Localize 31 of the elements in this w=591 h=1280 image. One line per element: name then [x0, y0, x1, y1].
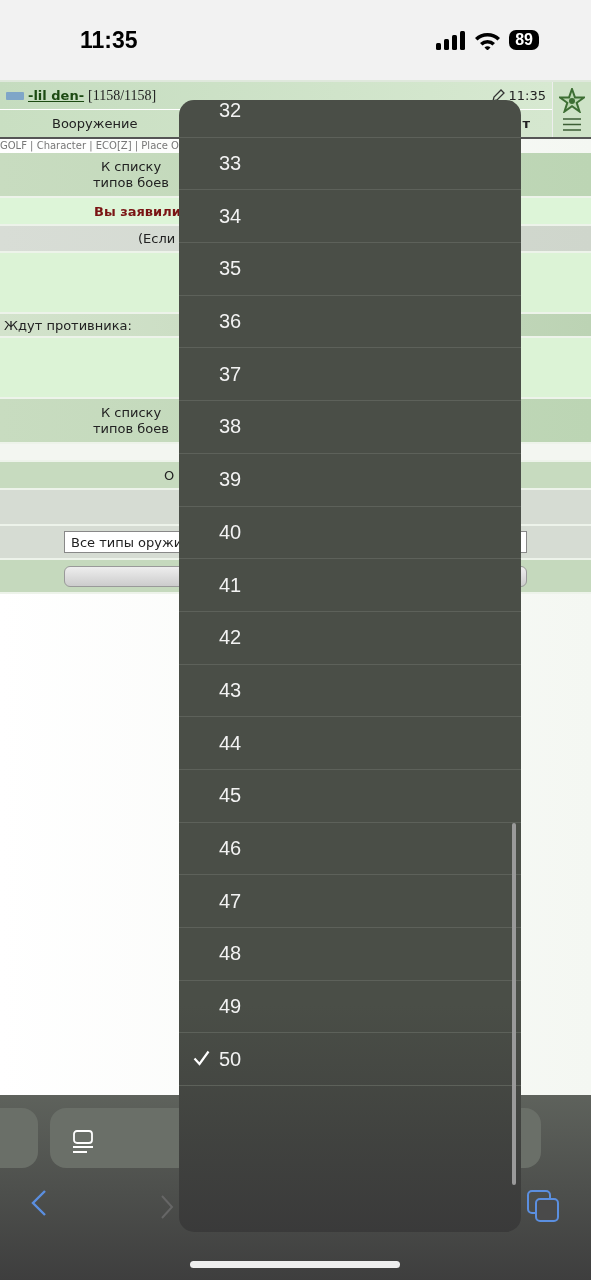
checkmark-icon [193, 1050, 210, 1067]
back-icon[interactable] [31, 1190, 47, 1216]
signal-icon [436, 30, 467, 50]
star-icon[interactable] [559, 88, 585, 114]
status-time: 11:35 [80, 26, 138, 54]
picker-option[interactable]: 42 [179, 611, 521, 665]
battery-level: 89 [509, 30, 539, 50]
picker-option[interactable]: 36 [179, 295, 521, 349]
picker-option[interactable]: 40 [179, 506, 521, 560]
reader-icon[interactable] [72, 1130, 94, 1155]
picker-option[interactable]: 39 [179, 453, 521, 507]
picker-option[interactable]: 45 [179, 769, 521, 823]
picker-option[interactable]: 35 [179, 243, 521, 296]
hp-text: [1158/1158] [88, 87, 157, 104]
picker-option[interactable]: 44 [179, 717, 521, 770]
tabs-icon[interactable] [526, 1189, 560, 1223]
picker-option[interactable]: 32 [179, 100, 521, 138]
picker-option[interactable]: 33 [179, 137, 521, 191]
user-name-link[interactable]: -lil den- [28, 88, 85, 103]
picker-option[interactable]: 43 [179, 664, 521, 718]
pencil-icon [490, 88, 505, 103]
header-time: 11:35 [508, 88, 546, 103]
forward-icon[interactable] [160, 1195, 174, 1219]
picker-option[interactable]: 41 [179, 559, 521, 612]
menu-icon[interactable] [563, 117, 581, 131]
picker-option[interactable]: 38 [179, 401, 521, 454]
menu-tab[interactable]: Вооружение [0, 116, 138, 131]
picker-option[interactable]: 37 [179, 348, 521, 402]
picker-option[interactable]: 34 [179, 190, 521, 244]
wifi-icon [474, 30, 502, 50]
clan-icon [6, 90, 24, 101]
